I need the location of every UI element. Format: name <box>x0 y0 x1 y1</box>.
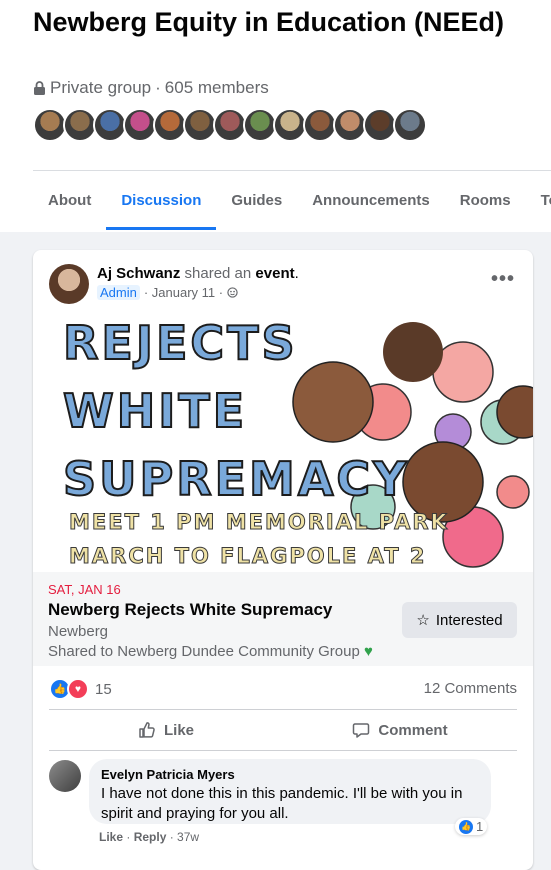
author-name[interactable]: Aj Schwanz <box>97 265 180 282</box>
commenter-name[interactable]: Evelyn Patricia Myers <box>101 767 479 782</box>
like-label: Like <box>163 721 194 739</box>
comment-icon <box>353 723 370 738</box>
group-meta: Private group · 605 members <box>33 78 269 98</box>
admin-badge: Admin <box>97 285 140 300</box>
post-card: Aj Schwanz shared an event. Admin · Janu… <box>33 250 533 870</box>
member-avatar[interactable] <box>243 108 277 142</box>
event-name[interactable]: Newberg Rejects White Supremacy <box>48 600 332 620</box>
author-avatar[interactable] <box>49 264 89 304</box>
event-link[interactable]: event <box>255 265 294 282</box>
group-tabs: About Discussion Guides Announcements Ro… <box>33 172 551 230</box>
banner-line-1: REJECTS <box>62 315 298 371</box>
shared-to-text: Shared to Newberg Dundee Community Group <box>48 643 360 660</box>
green-heart-icon: ♥ <box>364 643 373 660</box>
love-reaction-icon: ♥ <box>67 678 89 700</box>
comment-reaction-summary[interactable]: 👍 1 <box>455 818 488 835</box>
member-count[interactable]: 605 members <box>165 78 269 98</box>
byline-period: . <box>294 265 299 282</box>
banner-line-4: MEET 1 PM MEMORIAL PARK <box>69 510 449 535</box>
meta-dot: · <box>155 78 161 97</box>
event-shared-to: Shared to Newberg Dundee Community Group… <box>48 643 373 660</box>
comment-like-count: 1 <box>476 819 484 834</box>
member-avatar[interactable] <box>363 108 397 142</box>
member-avatar[interactable] <box>213 108 247 142</box>
thumbs-up-icon <box>139 722 155 738</box>
comment-bubble: Evelyn Patricia Myers I have not done th… <box>89 759 491 824</box>
interested-button[interactable]: ☆ Interested <box>402 602 517 638</box>
audience-icon[interactable] <box>227 287 238 298</box>
commenter-avatar[interactable] <box>49 760 81 792</box>
post-subline: Admin · January 11 · <box>97 285 299 300</box>
star-icon: ☆ <box>416 612 430 629</box>
more-options-icon[interactable]: ••• <box>491 268 515 291</box>
interested-label: Interested <box>435 611 503 629</box>
member-avatar[interactable] <box>153 108 187 142</box>
member-avatar[interactable] <box>303 108 337 142</box>
post-header: Aj Schwanz shared an event. Admin · Janu… <box>49 264 299 304</box>
comment-text: I have not done this in this pandemic. I… <box>101 785 463 822</box>
header-divider <box>33 170 551 171</box>
banner-line-2: WHITE <box>62 383 248 439</box>
tab-about[interactable]: About <box>33 172 106 230</box>
event-banner-image[interactable]: REJECTS WHITE SUPREMACY MEET 1 PM MEMORI… <box>33 312 533 573</box>
post-actions: Like Comment <box>49 711 517 749</box>
divider <box>49 750 517 751</box>
banner-line-3: SUPREMACY <box>62 451 410 507</box>
reaction-summary[interactable]: 👍 ♥ 15 <box>49 678 112 700</box>
privacy-label: Private group <box>50 78 152 97</box>
comments-count[interactable]: 12 Comments <box>424 680 517 697</box>
comment-label: Comment <box>378 721 448 739</box>
member-avatar[interactable] <box>333 108 367 142</box>
banner-line-5: MARCH TO FLAGPOLE AT 2 <box>68 544 427 569</box>
group-title[interactable]: Newberg Equity in Education (NEEd) <box>33 6 533 39</box>
member-avatar[interactable] <box>63 108 97 142</box>
event-location: Newberg <box>48 623 109 640</box>
member-avatar[interactable] <box>393 108 427 142</box>
member-avatar[interactable] <box>183 108 217 142</box>
member-avatar[interactable] <box>33 108 67 142</box>
like-button[interactable]: Like <box>49 711 283 749</box>
reaction-count: 15 <box>95 680 112 698</box>
post-meta: Aj Schwanz shared an event. Admin · Janu… <box>97 264 299 304</box>
tab-rooms[interactable]: Rooms <box>445 172 526 230</box>
member-avatar[interactable] <box>273 108 307 142</box>
member-avatar[interactable] <box>93 108 127 142</box>
post-byline: Aj Schwanz shared an event. <box>97 264 299 284</box>
tab-topics[interactable]: Top <box>526 172 551 230</box>
lock-icon <box>34 81 45 95</box>
shared-text: shared an <box>180 265 256 282</box>
tab-discussion[interactable]: Discussion <box>106 172 217 230</box>
comment-actions: Like · Reply · 37w <box>99 830 200 844</box>
member-avatars[interactable] <box>33 108 427 142</box>
comment-button[interactable]: Comment <box>283 711 517 749</box>
tab-guides[interactable]: Guides <box>216 172 297 230</box>
comment-reply-action[interactable]: Reply <box>134 830 167 844</box>
group-header: Newberg Equity in Education (NEEd) Priva… <box>0 0 551 232</box>
post-date[interactable]: · January 11 · <box>144 285 223 300</box>
event-date: SAT, JAN 16 <box>48 582 121 597</box>
tab-announcements[interactable]: Announcements <box>297 172 445 230</box>
comment-like-action[interactable]: Like <box>99 830 123 844</box>
like-reaction-icon: 👍 <box>459 819 473 834</box>
member-avatar[interactable] <box>123 108 157 142</box>
event-details[interactable]: SAT, JAN 16 Newberg Rejects White Suprem… <box>33 572 533 666</box>
divider <box>49 709 517 710</box>
comment-age[interactable]: 37w <box>177 830 199 844</box>
